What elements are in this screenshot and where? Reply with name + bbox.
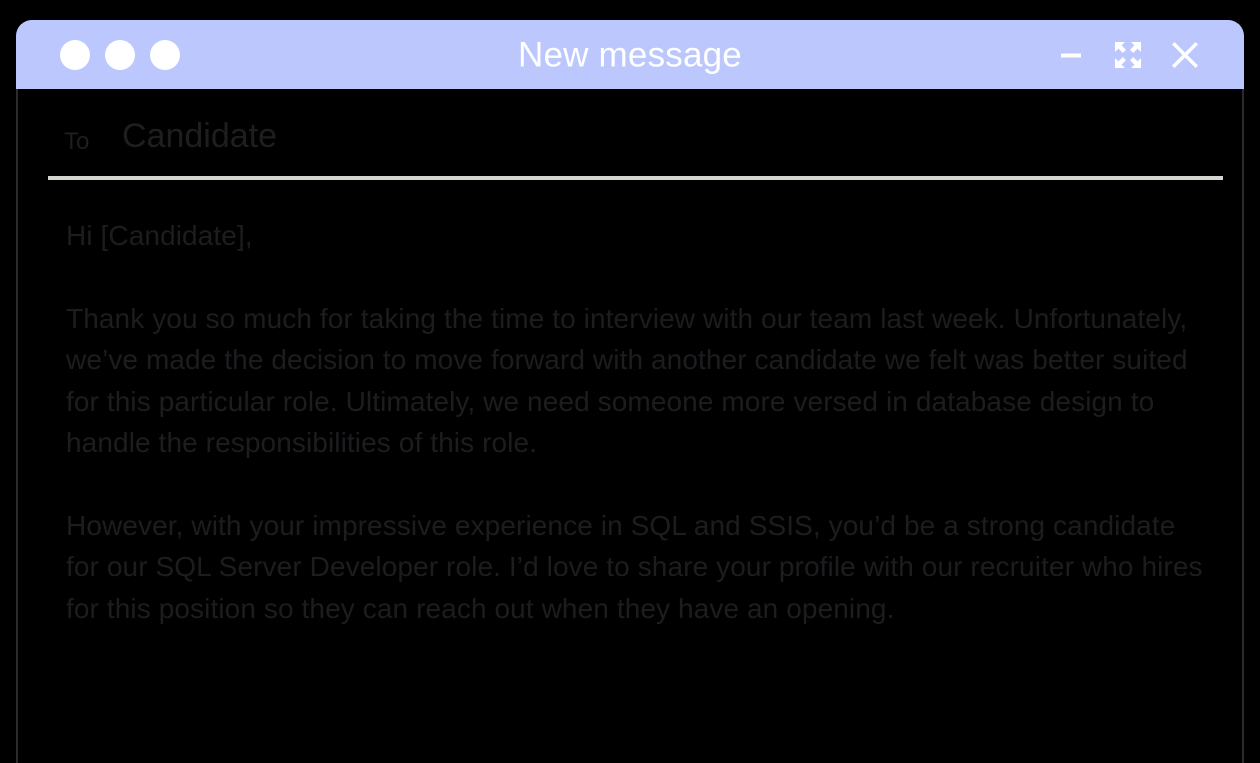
message-body-editor[interactable]: Hi [Candidate], Thank you so much for ta… — [66, 215, 1211, 629]
recipient-row[interactable]: To Candidate — [18, 89, 1242, 180]
close-button[interactable] — [1170, 40, 1200, 70]
greeting-paragraph: Hi [Candidate], — [66, 220, 253, 251]
to-recipient-input[interactable]: Candidate — [122, 119, 277, 153]
to-label: To — [64, 128, 90, 155]
window-title-bar[interactable]: New message — [16, 20, 1244, 89]
recipient-divider — [48, 176, 1223, 180]
close-icon — [1171, 41, 1199, 69]
minimize-icon — [1058, 42, 1084, 68]
fullscreen-expand-icon — [1113, 40, 1143, 70]
maximize-button[interactable] — [1113, 40, 1143, 70]
minimize-button[interactable] — [1056, 40, 1086, 70]
window-controls — [1056, 40, 1200, 70]
rejection-paragraph: Thank you so much for taking the time to… — [66, 302, 1188, 459]
compose-message-window: New message To Candidate Hi [Candidate],… — [16, 20, 1244, 763]
referral-paragraph: However, with your impressive experience… — [66, 509, 1203, 624]
